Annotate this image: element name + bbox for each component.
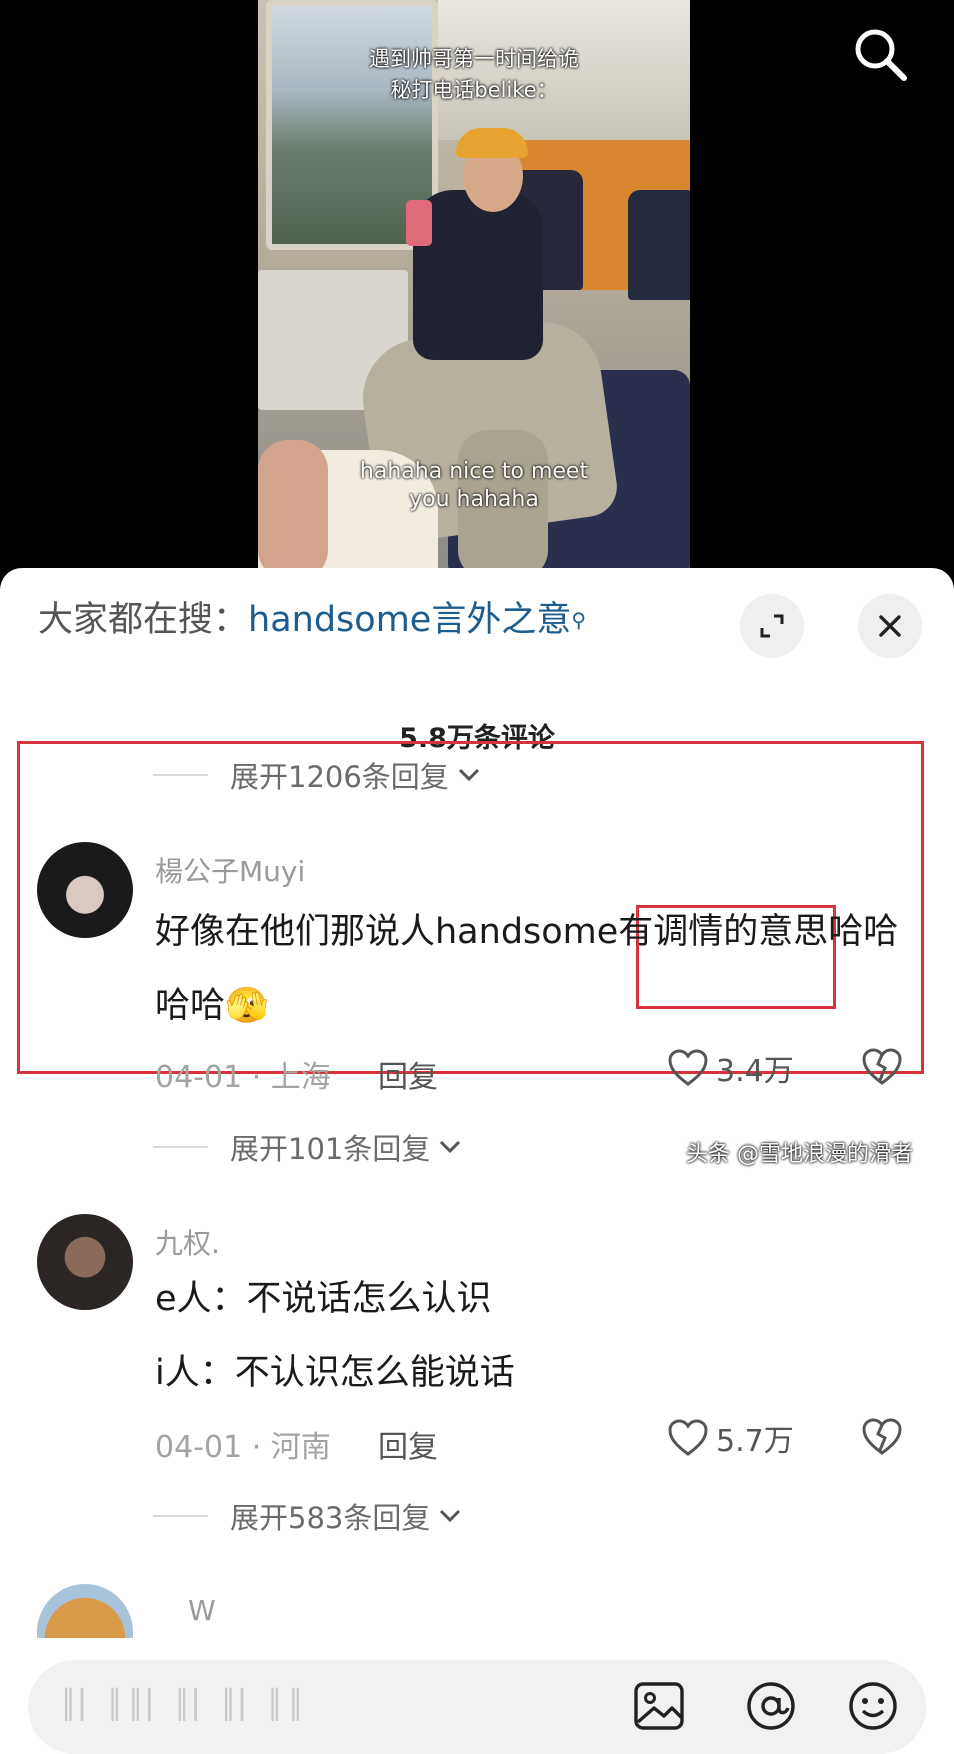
comment-username[interactable]: 楊公子Muyi <box>155 850 305 890</box>
hot-search-label: 大家都在搜： <box>38 600 249 640</box>
comment-text: 好像在他们那说人handsome有调情的意思哈哈哈哈🫣 <box>155 895 915 1043</box>
expand-replies-button[interactable]: 展开101条回复 <box>153 1126 462 1168</box>
comment-date-location: 04-01 · 上海 <box>155 1060 331 1095</box>
image-icon[interactable] <box>632 1678 686 1738</box>
emoji: 🫣 <box>225 986 269 1026</box>
video-subtitle: hahaha nice to meet you hahaha <box>258 458 690 514</box>
like-count: 3.4万 <box>716 1054 794 1089</box>
like-count: 5.7万 <box>716 1424 794 1459</box>
reply-button[interactable]: 回复 <box>378 1052 438 1096</box>
close-button[interactable] <box>858 594 922 658</box>
heart-icon <box>668 1419 708 1456</box>
divider-line <box>153 1515 208 1517</box>
caption-line: 秘打电话belike： <box>390 78 558 102</box>
mention-icon[interactable] <box>744 1678 798 1738</box>
broken-heart-icon <box>862 1048 902 1085</box>
comment-username[interactable]: W <box>188 1594 216 1627</box>
subtitle-line: hahaha nice to meet <box>359 459 589 484</box>
hot-search-keyword[interactable]: handsome言外之意 <box>248 600 571 640</box>
emoji-icon[interactable] <box>846 1678 900 1738</box>
dislike-button[interactable] <box>862 1048 902 1090</box>
caption-line: 遇到帅哥第一时间给诡 <box>369 47 579 71</box>
expand-sheet-button[interactable] <box>740 594 804 658</box>
broken-heart-icon <box>862 1418 902 1455</box>
close-icon <box>879 615 901 637</box>
expand-replies-button[interactable]: 展开583条回复 <box>153 1495 462 1537</box>
input-placeholder: ║▏║║▏║▏║▏║║ <box>60 1688 309 1721</box>
watermark: 头条 @雪地浪漫的滑者 <box>686 1142 913 1167</box>
subtitle-line: you hahaha <box>409 487 539 512</box>
chevron-down-icon <box>440 1509 461 1523</box>
comment-input[interactable]: ║▏║║▏║▏║▏║║ <box>28 1660 926 1754</box>
like-button[interactable]: 5.7万 <box>668 1416 794 1460</box>
hot-search-bar[interactable]: 大家都在搜：handsome言外之意⚲ <box>38 598 586 642</box>
comment-username[interactable]: 九权. <box>155 1222 220 1262</box>
avatar[interactable] <box>37 1214 133 1310</box>
expand-icon <box>760 614 784 638</box>
video-caption-top: 遇到帅哥第一时间给诡 秘打电话belike： <box>258 44 690 106</box>
person-body <box>413 190 543 360</box>
train-seat <box>628 190 690 300</box>
expand-replies-label: 展开583条回复 <box>230 1501 431 1535</box>
search-icon[interactable] <box>850 24 910 84</box>
divider-line <box>153 1146 208 1148</box>
video-player[interactable]: 遇到帅哥第一时间给诡 秘打电话belike： hahaha nice to me… <box>0 0 954 580</box>
video-frame[interactable]: 遇到帅哥第一时间给诡 秘打电话belike： hahaha nice to me… <box>258 0 690 580</box>
chevron-down-icon <box>440 1140 461 1154</box>
comment-line: i人：不认识怎么能说话 <box>155 1353 515 1393</box>
magnifier-icon: ⚲ <box>571 608 586 632</box>
avatar[interactable] <box>37 1584 133 1638</box>
dislike-button[interactable] <box>862 1418 902 1460</box>
phone-prop <box>406 200 432 246</box>
expand-replies-label: 展开101条回复 <box>230 1132 431 1166</box>
comment-line: e人：不说话怎么认识 <box>155 1279 492 1319</box>
comment-date-location: 04-01 · 河南 <box>155 1430 331 1465</box>
like-button[interactable]: 3.4万 <box>668 1046 794 1090</box>
comment-text: e人：不说话怎么认识 i人：不认识怎么能说话 <box>155 1262 915 1410</box>
person-cap <box>456 128 528 158</box>
avatar[interactable] <box>37 842 133 938</box>
reply-button[interactable]: 回复 <box>378 1422 438 1466</box>
heart-icon <box>668 1049 708 1086</box>
